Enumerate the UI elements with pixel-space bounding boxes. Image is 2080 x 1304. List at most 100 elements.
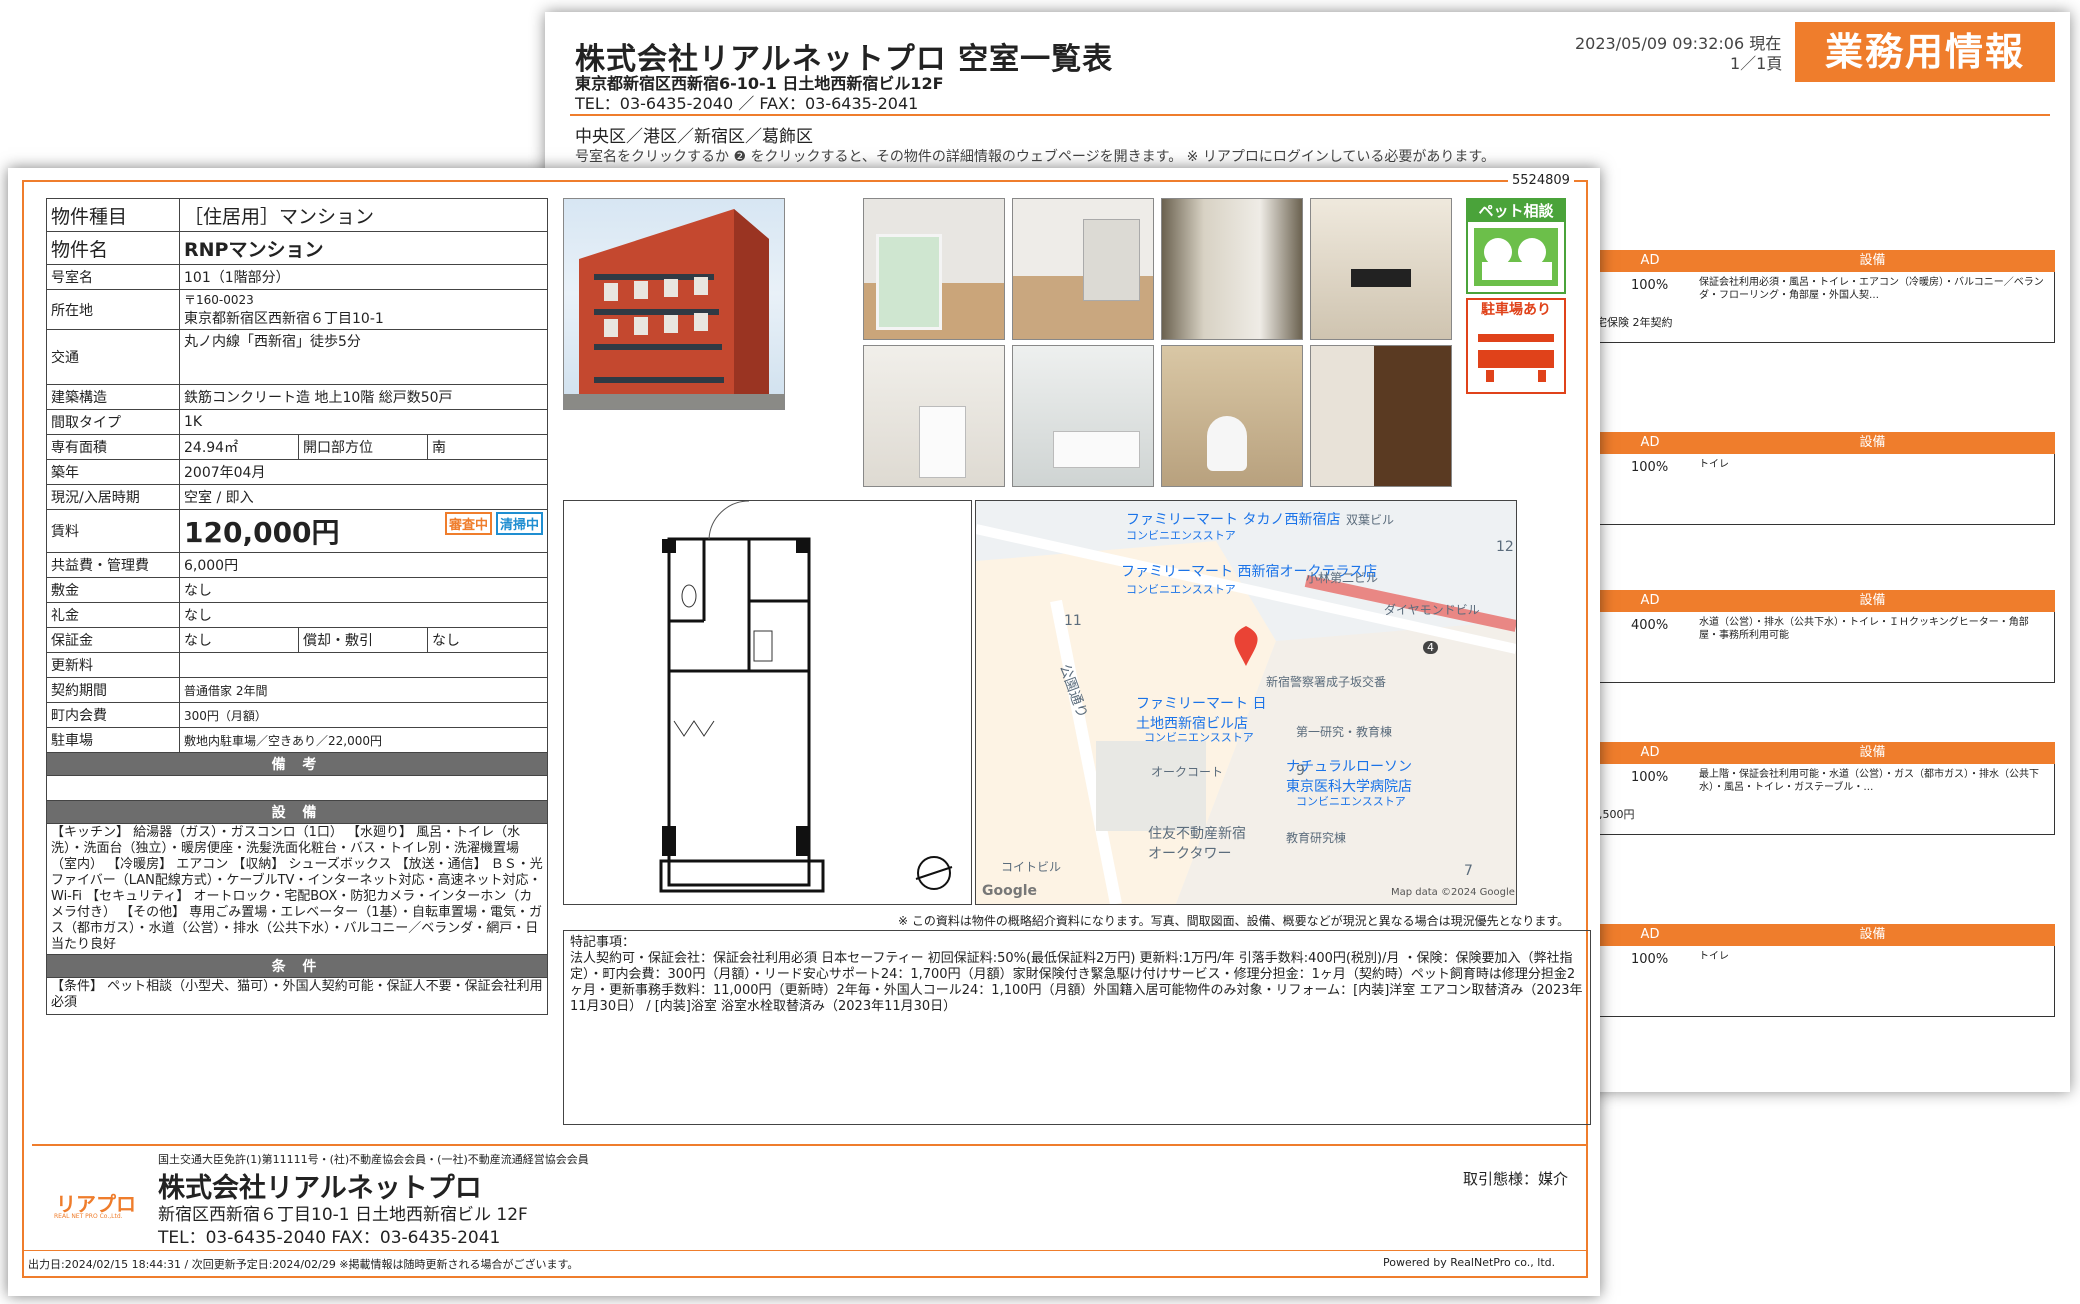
label-parking: 駐車場: [46, 727, 180, 753]
value-direction: 南: [427, 434, 548, 460]
label-neighborhood-fee: 町内会費: [46, 702, 180, 728]
value-guarantee: なし: [179, 627, 299, 653]
back-row-equipment: トイレ: [1699, 459, 1729, 470]
back-row-header-ad: AD: [1640, 253, 1660, 268]
map-label-category: コンビニエンスストア: [1296, 795, 1406, 808]
map-label-police-box: 新宿警察署成子坂交番: [1266, 675, 1387, 689]
map-label-education-bldg: 教育研究棟: [1286, 831, 1347, 845]
label-amortization: 償却・敷引: [298, 627, 428, 653]
label-direction: 開口部方位: [298, 434, 428, 460]
back-row-equipment: 保証会社利用必須・風呂・トイレ・エアコン（冷暖房）・バルコニー／ベランダ・フロー…: [1699, 277, 2044, 301]
label-address: 所在地: [46, 289, 180, 330]
back-row-header-setsubi: 設備: [1859, 927, 1886, 942]
back-row-header-setsubi: 設備: [1859, 745, 1886, 760]
back-list-row[interactable]: AD設備 月100%保証会社利用必須・風呂・トイレ・エアコン（冷暖房）・バルコニ…: [1580, 250, 2055, 343]
map-label-research-bldg: 第一研究・教育棟: [1296, 725, 1393, 739]
room-photo-toilet[interactable]: [1161, 345, 1303, 487]
special-notes-heading: 特記事項：: [570, 935, 636, 950]
map-label-futaba-bldg: 双葉ビル: [1346, 513, 1395, 527]
back-row-ad: 100%: [1631, 460, 1669, 475]
back-list-row[interactable]: AD設備 月100%最上階・保証会社利用可能・水道（公営）・ガス（都市ガス）・排…: [1580, 742, 2055, 835]
back-row-header-setsubi: 設備: [1859, 593, 1886, 608]
value-layout: 1K: [179, 409, 548, 435]
map-label-familymart-takano: ファミリーマート タカノ西新宿店: [1126, 512, 1341, 528]
company-tel-fax: TEL：03-6435-2040 FAX：03-6435-2041: [158, 1228, 501, 1248]
back-tel-fax: TEL：03-6435-2040 ／ FAX：03-6435-2041: [575, 94, 919, 113]
output-date-note: 出力日:2024/02/15 18:44:31 / 次回更新予定日:2024/0…: [28, 1258, 579, 1271]
document-id: 5524809: [1508, 173, 1574, 188]
equipment-body: 【キッチン】 給湯器（ガス）・ガスコンロ（1口） 【水廻り】 風呂・トイレ（水洗…: [46, 823, 548, 955]
label-common-fee: 共益費・管理費: [46, 552, 180, 578]
parking-label: 駐車場あり: [1468, 300, 1564, 320]
back-row-header-ad: AD: [1640, 435, 1660, 450]
value-key-money: なし: [179, 602, 548, 628]
value-neighborhood-fee: 300円（月額）: [179, 702, 548, 728]
value-parking: 敷地内駐車場／空きあり／22,000円: [179, 727, 548, 753]
back-row-ad: 100%: [1631, 952, 1669, 967]
back-row-header-setsubi: 設備: [1859, 435, 1886, 450]
map-attribution: Map data ©2024 Google: [1391, 887, 1515, 898]
map-label-koito-bldg: コイトビル: [1001, 860, 1062, 874]
room-photo-stove[interactable]: [1310, 198, 1452, 340]
building-photo[interactable]: [563, 198, 785, 410]
license-info: 国土交通大臣免許(1)第11111号・(社)不動産協会会員・(一社)不動産流通経…: [158, 1153, 589, 1166]
pet-ok-icon: ペット相談: [1466, 198, 1566, 294]
location-map[interactable]: ファミリーマート タカノ西新宿店 コンビニエンスストア ファミリーマート 西新宿…: [975, 500, 1517, 905]
label-key-money: 礼金: [46, 602, 180, 628]
parking-icon: 駐車場あり: [1466, 298, 1566, 394]
label-access: 交通: [46, 329, 180, 385]
room-photo-kitchen[interactable]: [1012, 198, 1154, 340]
label-status: 現況/入居時期: [46, 484, 180, 510]
label-type: 物件種目: [46, 198, 180, 232]
back-list-row[interactable]: AD設備 月100%トイレ: [1580, 924, 2055, 1017]
label-structure: 建築構造: [46, 384, 180, 410]
map-label-familymart-nittochi: ファミリーマート 日土地西新宿ビル店: [1136, 696, 1267, 732]
room-photo-bath[interactable]: [1012, 345, 1154, 487]
back-row-equipment: トイレ: [1699, 951, 1729, 962]
value-renewal-fee: [179, 652, 548, 678]
back-note: 号室名をクリックするか ❷ をクリックすると、その物件の詳細情報のウェブページを…: [575, 149, 1496, 165]
value-access: 丸ノ内線「西新宿」徒歩5分: [179, 329, 548, 385]
pet-ok-label: ペット相談: [1468, 200, 1564, 222]
section-remarks: 備 考: [46, 752, 548, 776]
map-label-natural-lawson: ナチュラルローソン 東京医科大学病院店: [1286, 759, 1412, 795]
map-label-kobayashi-bldg: 小林第二ビル: [1306, 571, 1379, 585]
value-type: ［住居用］マンション: [179, 198, 548, 232]
special-notes-box: 特記事項： 法人契約可・保証会社：保証会社利用必須 日本セーフティー 初回保証料…: [563, 930, 1591, 1125]
label-built: 築年: [46, 459, 180, 485]
map-label-block-11: 11: [1064, 613, 1082, 629]
back-row-header-setsubi: 設備: [1859, 253, 1886, 268]
value-deposit: なし: [179, 577, 548, 603]
back-divider: [570, 114, 2050, 116]
map-label-category: コンビニエンスストア: [1126, 529, 1236, 542]
disclaimer: ※ この資料は物件の概略紹介資料になります。写真、間取図面、設備、概要などが現況…: [898, 914, 1570, 928]
floor-plan[interactable]: [563, 500, 972, 905]
map-label-block-9: 9: [1296, 763, 1305, 779]
value-built: 2007年04月: [179, 459, 548, 485]
value-contract: 普通借家 2年間: [179, 677, 548, 703]
map-label-oak-court: オークコート: [1151, 765, 1224, 779]
footer-divider: [32, 1144, 1588, 1146]
business-info-badge: 業務用情報: [1795, 22, 2055, 82]
back-row-header-ad: AD: [1640, 927, 1660, 942]
map-label-block-12: 12: [1496, 539, 1514, 555]
google-logo: Google: [982, 883, 1038, 899]
room-photo-closet[interactable]: [1161, 198, 1303, 340]
value-room: 101（1階部分）: [179, 264, 548, 290]
room-photo-washbasin[interactable]: [863, 345, 1005, 487]
back-row-equipment: 最上階・保証会社利用可能・水道（公営）・ガス（都市ガス）・排水（公共下水）・風呂…: [1699, 769, 2039, 793]
value-common-fee: 6,000円: [179, 552, 548, 578]
back-list-row[interactable]: AD設備 月400%水道（公営）・排水（公共下水）・トイレ・ＩＨクッキングヒータ…: [1580, 590, 2055, 683]
back-areas: 中央区／港区／新宿区／葛飾区: [575, 127, 813, 147]
room-photo-shoebox[interactable]: [1310, 345, 1452, 487]
back-list-row[interactable]: AD設備 月100%トイレ: [1580, 432, 2055, 525]
value-structure: 鉄筋コンクリート造 地上10階 総戸数50戸: [179, 384, 548, 410]
special-notes-body: 法人契約可・保証会社：保証会社利用必須 日本セーフティー 初回保証料:50%(最…: [570, 951, 1583, 1014]
label-renewal-fee: 更新料: [46, 652, 180, 678]
property-spec-table: 物件種目 ［住居用］マンション 物件名 RNPマンション 号室名 101（1階部分） …: [46, 198, 548, 1015]
map-label-diamond-bldg: ダイヤモンドビル: [1384, 603, 1480, 617]
label-contract: 契約期間: [46, 677, 180, 703]
room-photo-window[interactable]: [863, 198, 1005, 340]
transaction-type: 取引態様：媒介: [1463, 1170, 1569, 1188]
screening-badge: 審査中: [444, 512, 492, 535]
